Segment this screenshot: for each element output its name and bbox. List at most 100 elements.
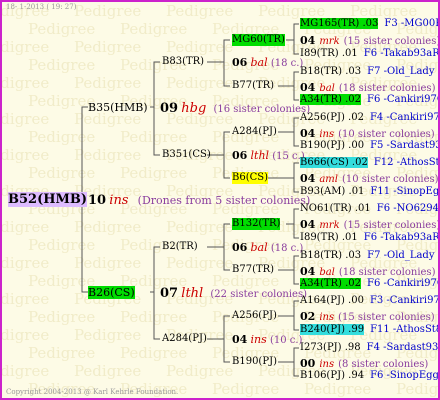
- gen4-note: (15 sister colonies): [338, 312, 435, 323]
- gen4-node[interactable]: B93(AM) .01: [300, 186, 364, 197]
- gen3-node[interactable]: MG60(TR): [232, 34, 285, 46]
- gen3-node[interactable]: B132(TR): [232, 218, 281, 230]
- gen2-note: (16 sister colonies): [213, 104, 311, 115]
- gen3-line: 06 bal (18 c.): [232, 56, 303, 70]
- gen4-origin: F3 -MG00R: [384, 18, 440, 29]
- gen4-drone-row: 04 aml (10 sister colonies): [300, 172, 439, 186]
- gen3-year: 06: [232, 241, 248, 254]
- gen2-code: lthl: [181, 286, 204, 301]
- gen4-note: (15 sister colonies): [343, 36, 440, 47]
- gen4-origin: F6 -Takab93aR: [363, 48, 440, 59]
- gen1-drone-mother[interactable]: B26(CS): [88, 286, 135, 299]
- gen4-code: mrk: [319, 36, 340, 47]
- gen4-row: MG165(TR) .03 F3 -MG00R: [300, 18, 440, 30]
- gen4-row: B240(PJ) .99 F11 -AthosSt80R: [300, 324, 438, 336]
- gen3-node[interactable]: B190(PJ): [232, 356, 277, 368]
- gen2-node[interactable]: B351(CS): [162, 149, 211, 161]
- gen4-row: B18(TR) .03 F7 -Old_Lady: [300, 250, 434, 262]
- gen4-row: B18(TR) .03 F7 -Old_Lady: [300, 66, 434, 78]
- gen3-node[interactable]: B77(TR): [232, 264, 274, 276]
- gen4-code: ins: [319, 129, 335, 140]
- gen4-row: B666(CS) .02 F12 -AthosSt80R: [300, 157, 440, 169]
- gen1-note: (Drones from 5 sister colonies): [137, 194, 311, 207]
- gen4-note: (15 sister colonies): [343, 220, 440, 231]
- gen4-node[interactable]: A34(TR) .02: [300, 94, 362, 105]
- gen4-note: (10 sister colonies): [338, 129, 435, 140]
- gen4-node[interactable]: B106(PJ) .94: [300, 370, 364, 381]
- gen4-node[interactable]: I273(PJ) .98: [300, 342, 361, 353]
- gen4-row: A34(TR) .02 F6 -Cankiri97Q: [300, 278, 440, 290]
- gen4-row: A256(PJ) .02 F4 -Cankiri97Q: [300, 112, 438, 124]
- gen4-year: 00: [300, 357, 316, 370]
- gen3-code: bal: [250, 56, 268, 69]
- gen4-drone-row: 04 mrk (15 sister colonies): [300, 34, 440, 48]
- gen3-line: 06 lthl (15 c.): [232, 149, 305, 163]
- gen4-year: 04: [300, 172, 316, 185]
- gen3-line: 06 bal (18 c.): [232, 241, 303, 255]
- root-queen[interactable]: B52(HMB): [8, 192, 88, 207]
- gen4-node[interactable]: A34(TR) .02: [300, 278, 362, 289]
- gen4-row: A34(TR) .02 F6 -Cankiri97Q: [300, 94, 438, 106]
- gen4-row: I89(TR) .01 F6 -Takab93aR: [300, 232, 440, 244]
- gen4-node[interactable]: B240(PJ) .99: [300, 324, 365, 335]
- gen3-code: bal: [250, 241, 268, 254]
- gen2-year: 07: [160, 286, 179, 301]
- gen4-node[interactable]: MG165(TR) .03: [300, 18, 379, 29]
- gen4-origin: F4 -Sardast93R: [366, 342, 440, 353]
- gen4-code: ins: [319, 312, 335, 323]
- gen2-note: (22 sister colonies): [210, 289, 307, 300]
- gen4-code: ins: [319, 359, 335, 370]
- pedigree-frame: PedigreePedigreePedigreePedigreePedigree…: [0, 0, 440, 400]
- gen4-row: B190(PJ) .00 F5 -Sardast93R: [300, 140, 438, 152]
- gen3-node[interactable]: A284(PJ): [232, 126, 277, 138]
- gen4-drone-row: 02 ins (15 sister colonies): [300, 310, 435, 324]
- gen3-code: lthl: [250, 149, 270, 162]
- gen4-code: bal: [319, 267, 335, 278]
- gen4-note: (10 sister colonies): [341, 174, 439, 185]
- gen3-year: 04: [232, 333, 248, 346]
- gen3-node[interactable]: A256(PJ): [232, 310, 277, 322]
- gen4-year: 04: [300, 81, 316, 94]
- gen4-node[interactable]: I89(TR) .01: [300, 48, 358, 59]
- gen4-note: (18 sister colonies): [338, 83, 436, 94]
- gen4-code: mrk: [319, 220, 340, 231]
- gen4-node[interactable]: A256(PJ) .02: [300, 112, 364, 123]
- gen4-origin: F6 -NO6294R: [376, 203, 440, 214]
- gen1-queen-mother[interactable]: B35(HMB): [88, 101, 148, 114]
- gen4-year: 04: [300, 34, 316, 47]
- gen2-year: 09: [160, 101, 179, 116]
- gen4-node[interactable]: B18(TR) .03: [300, 66, 361, 77]
- gen2-line: 09 hbg (16 sister colonies): [160, 101, 310, 116]
- gen4-node[interactable]: B666(CS) .02: [300, 157, 368, 168]
- gen1-drone-line: 10 ins (Drones from 5 sister colonies): [88, 193, 310, 208]
- gen4-year: 02: [300, 310, 316, 323]
- gen2-node[interactable]: A284(PJ): [162, 333, 207, 345]
- gen4-origin: F6 -Takab93aR: [363, 232, 440, 243]
- gen4-row: B93(AM) .01 F11 -SinopEgg86R: [300, 186, 438, 198]
- gen4-origin: F7 -Old_Lady: [367, 66, 435, 77]
- gen4-node[interactable]: B18(TR) .03: [300, 250, 361, 261]
- gen2-node[interactable]: B83(TR): [162, 56, 204, 68]
- gen1-code: ins: [109, 193, 129, 208]
- gen4-drone-row: 04 ins (10 sister colonies): [300, 127, 435, 141]
- gen4-note: (18 sister colonies): [338, 267, 436, 278]
- gen4-origin: F12 -AthosSt80R: [373, 157, 440, 168]
- gen4-row: A164(PJ) .00 F3 -Cankiri97Q: [300, 295, 438, 307]
- gen4-node[interactable]: NO61(TR) .01: [300, 203, 371, 214]
- gen4-note: (8 sister colonies): [338, 359, 429, 370]
- gen4-node[interactable]: I89(TR) .01: [300, 232, 358, 243]
- gen4-row: I89(TR) .01 F6 -Takab93aR: [300, 48, 440, 60]
- footer-copyright: Copyright 2004-2013 @ Karl Kehrle Founda…: [6, 388, 179, 396]
- gen3-node[interactable]: B6(CS): [232, 172, 269, 184]
- gen3-note: (18 c.): [270, 243, 304, 254]
- gen3-code: ins: [250, 333, 267, 346]
- gen4-origin: F6 -Cankiri97Q: [367, 278, 440, 289]
- gen4-node[interactable]: A164(PJ) .00: [300, 295, 364, 306]
- gen4-origin: F11 -AthosSt80R: [370, 324, 438, 335]
- gen4-origin: F5 -Sardast93R: [370, 140, 438, 151]
- gen3-node[interactable]: B77(TR): [232, 80, 274, 92]
- gen2-node[interactable]: B2(TR): [162, 241, 198, 253]
- gen2-code: hbg: [181, 101, 207, 116]
- gen1-year: 10: [88, 193, 107, 208]
- gen4-node[interactable]: B190(PJ) .00: [300, 140, 364, 151]
